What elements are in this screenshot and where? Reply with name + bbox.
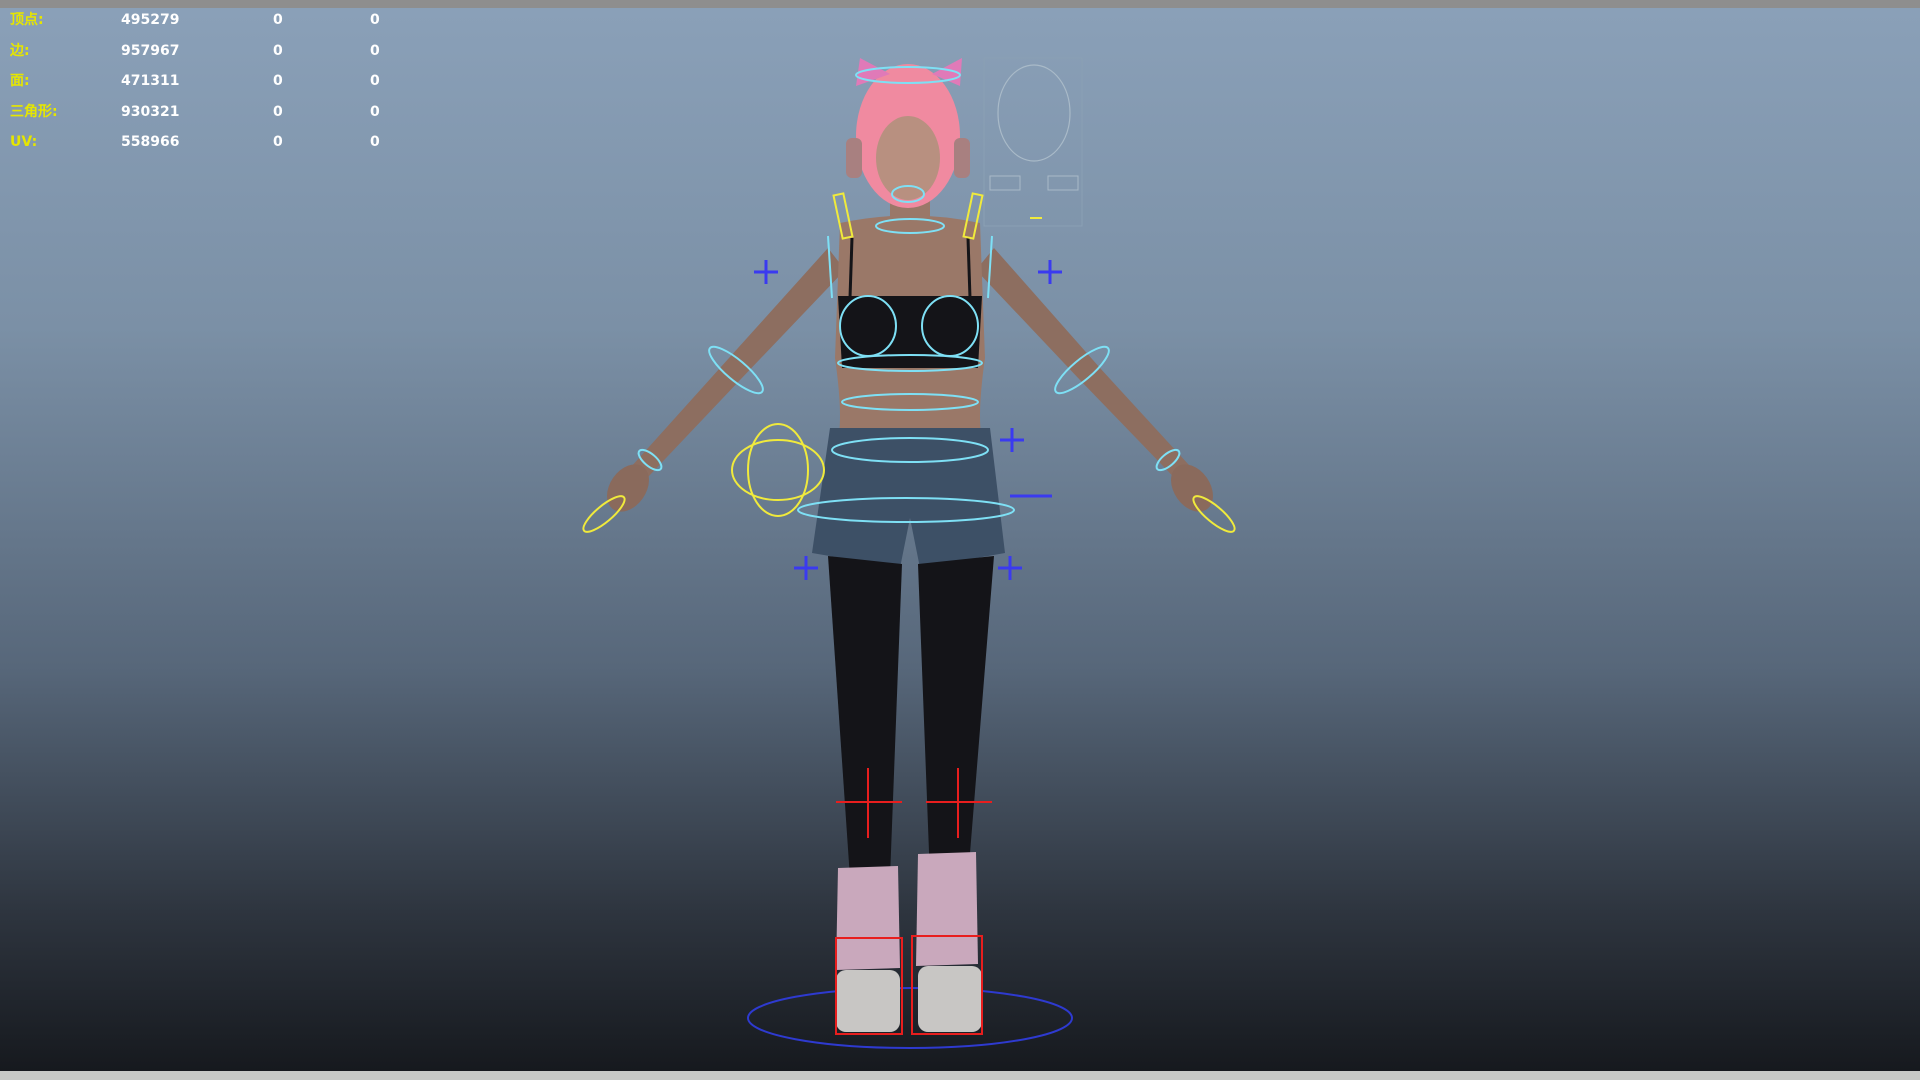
hud-value: 495279	[121, 12, 180, 28]
hud-selected-value: 0	[273, 103, 283, 120]
hud-third-value: 0	[370, 12, 380, 28]
ik-switch-control[interactable]	[731, 423, 825, 517]
hud-label: 面:	[10, 73, 30, 89]
hud-selected-value: 0	[273, 134, 283, 150]
hud-selected-value: 0	[273, 12, 283, 28]
knee-pole-left[interactable]	[794, 556, 818, 580]
hud-selected-value: 0	[273, 73, 283, 89]
hud-row-triangles: 三角形: 930321 0 0	[10, 102, 410, 133]
left-leg	[828, 556, 902, 878]
hud-label: 三角形:	[10, 103, 58, 120]
hud-value: 930321	[121, 103, 180, 120]
right-shoe	[918, 966, 982, 1032]
ground-control-circle[interactable]	[747, 987, 1073, 1049]
hud-third-value: 0	[370, 73, 380, 89]
hud-label: UV:	[10, 134, 38, 150]
left-arm	[612, 248, 845, 496]
strap-right	[966, 237, 972, 299]
window-top-border	[0, 0, 1920, 8]
right-leg	[918, 556, 994, 878]
left-leg-warmer	[836, 866, 900, 970]
hud-row-vertices: 顶点: 495279 0 0	[10, 10, 410, 41]
hud-row-edges: 边: 957967 0 0	[10, 41, 410, 72]
headphone-right	[954, 138, 970, 178]
strap-left	[848, 237, 854, 299]
hud-value: 957967	[121, 42, 180, 59]
left-shoe	[836, 970, 900, 1032]
hud-third-value: 0	[370, 42, 380, 59]
hud-row-uvs: UV: 558966 0 0	[10, 132, 410, 163]
hud-selected-value: 0	[273, 42, 283, 59]
headphone-left	[846, 138, 862, 178]
face	[876, 116, 940, 200]
hud-third-value: 0	[370, 103, 380, 120]
poly-count-hud: 顶点: 495279 0 0 边: 957967 0 0 面: 471311 0…	[10, 10, 410, 163]
3d-viewport[interactable]: 顶点: 495279 0 0 边: 957967 0 0 面: 471311 0…	[0, 8, 1920, 1071]
character-rig[interactable]	[0, 8, 1920, 1071]
right-leg-warmer	[916, 852, 978, 966]
hud-value: 558966	[121, 134, 180, 150]
hud-third-value: 0	[370, 134, 380, 150]
shoulder-pole-left[interactable]	[754, 260, 778, 284]
hud-label: 边:	[10, 42, 30, 59]
facial-picker-panel[interactable]	[983, 57, 1083, 227]
right-arm	[976, 248, 1210, 496]
knee-pole-right[interactable]	[998, 556, 1022, 580]
spine-pole[interactable]	[1000, 428, 1024, 452]
hud-label: 顶点:	[10, 12, 44, 28]
hud-row-faces: 面: 471311 0 0	[10, 71, 410, 102]
shoulder-pole-right[interactable]	[1038, 260, 1062, 284]
hud-value: 471311	[121, 73, 180, 89]
window-bottom-border	[0, 1071, 1920, 1080]
